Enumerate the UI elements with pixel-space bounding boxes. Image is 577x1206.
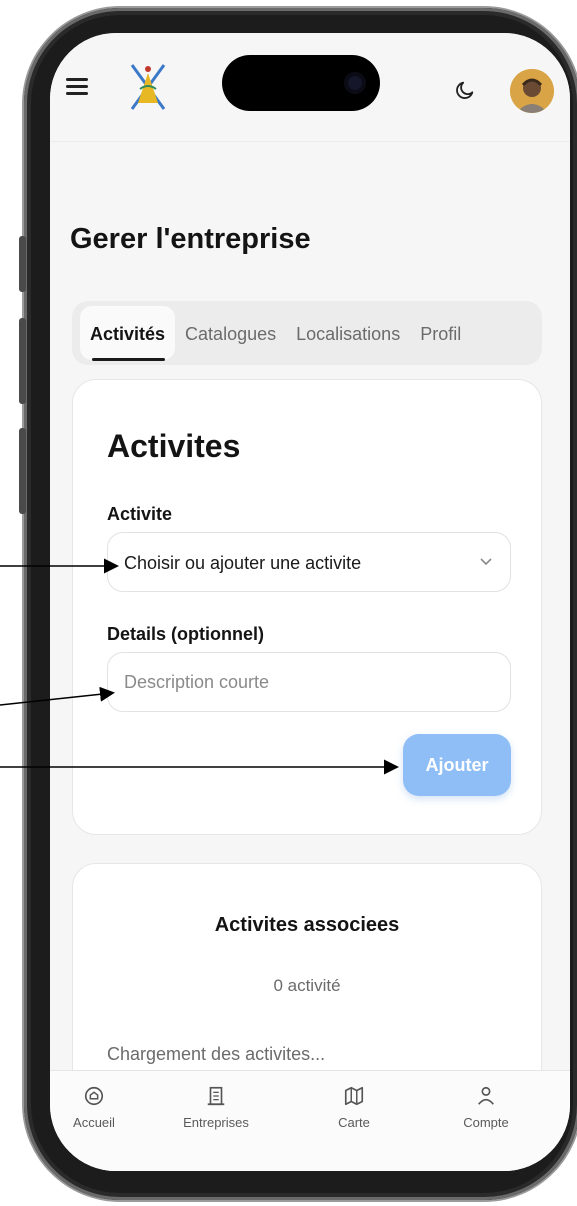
phone-volume-up-button <box>19 318 26 404</box>
nav-item-compte[interactable]: Compte <box>436 1085 536 1130</box>
user-icon <box>478 1086 494 1105</box>
bottom-nav: Accueil Entreprises Carte Compte <box>50 1070 570 1171</box>
nav-item-entreprises[interactable]: Entreprises <box>166 1085 266 1130</box>
details-label: Details (optionnel) <box>107 624 264 644</box>
tab-bar: Activités Catalogues Localisations Profi… <box>72 301 542 365</box>
card-title: Activites <box>107 428 241 464</box>
associated-title: Activites associees <box>214 914 400 936</box>
activity-count: 0 activité <box>273 976 341 995</box>
nav-label: Compte <box>463 1115 509 1130</box>
map-icon <box>344 1086 364 1106</box>
nav-label: Accueil <box>73 1115 115 1130</box>
activity-label: Activite <box>107 504 173 524</box>
phone-volume-down-button <box>19 428 26 514</box>
avatar[interactable] <box>510 69 554 113</box>
tab-localisations[interactable]: Localisations <box>286 306 410 360</box>
nav-label: Carte <box>338 1115 370 1130</box>
top-bar <box>50 33 570 142</box>
front-camera <box>344 72 366 94</box>
activity-select[interactable]: Choisir ou ajouter une activite <box>107 532 511 592</box>
page-title: Gerer l'entreprise <box>70 223 311 255</box>
add-activity-button[interactable]: Ajouter <box>403 734 511 796</box>
moon-icon[interactable] <box>454 79 476 101</box>
chevron-down-icon <box>480 558 492 566</box>
activity-select-value: Choisir ou ajouter une activite <box>124 553 362 573</box>
phone-action-button <box>19 236 26 292</box>
loading-text: Chargement des activites... <box>107 1044 326 1064</box>
nav-label: Entreprises <box>183 1115 249 1130</box>
app-logo[interactable] <box>124 59 172 115</box>
activity-form-card: Activites Activite Choisir ou ajouter un… <box>72 379 542 835</box>
tab-catalogues[interactable]: Catalogues <box>175 306 286 360</box>
dynamic-island <box>222 55 380 111</box>
nav-item-carte[interactable]: Carte <box>304 1085 404 1130</box>
details-input[interactable] <box>107 652 511 712</box>
nav-item-accueil[interactable]: Accueil <box>50 1085 144 1130</box>
app-screen: Gerer l'entreprise Activités Catalogues … <box>50 33 570 1171</box>
tab-activites[interactable]: Activités <box>80 306 176 361</box>
tab-profil[interactable]: Profil <box>410 306 471 360</box>
menu-icon[interactable] <box>66 78 88 96</box>
home-icon <box>84 1086 104 1106</box>
building-icon <box>207 1086 225 1106</box>
